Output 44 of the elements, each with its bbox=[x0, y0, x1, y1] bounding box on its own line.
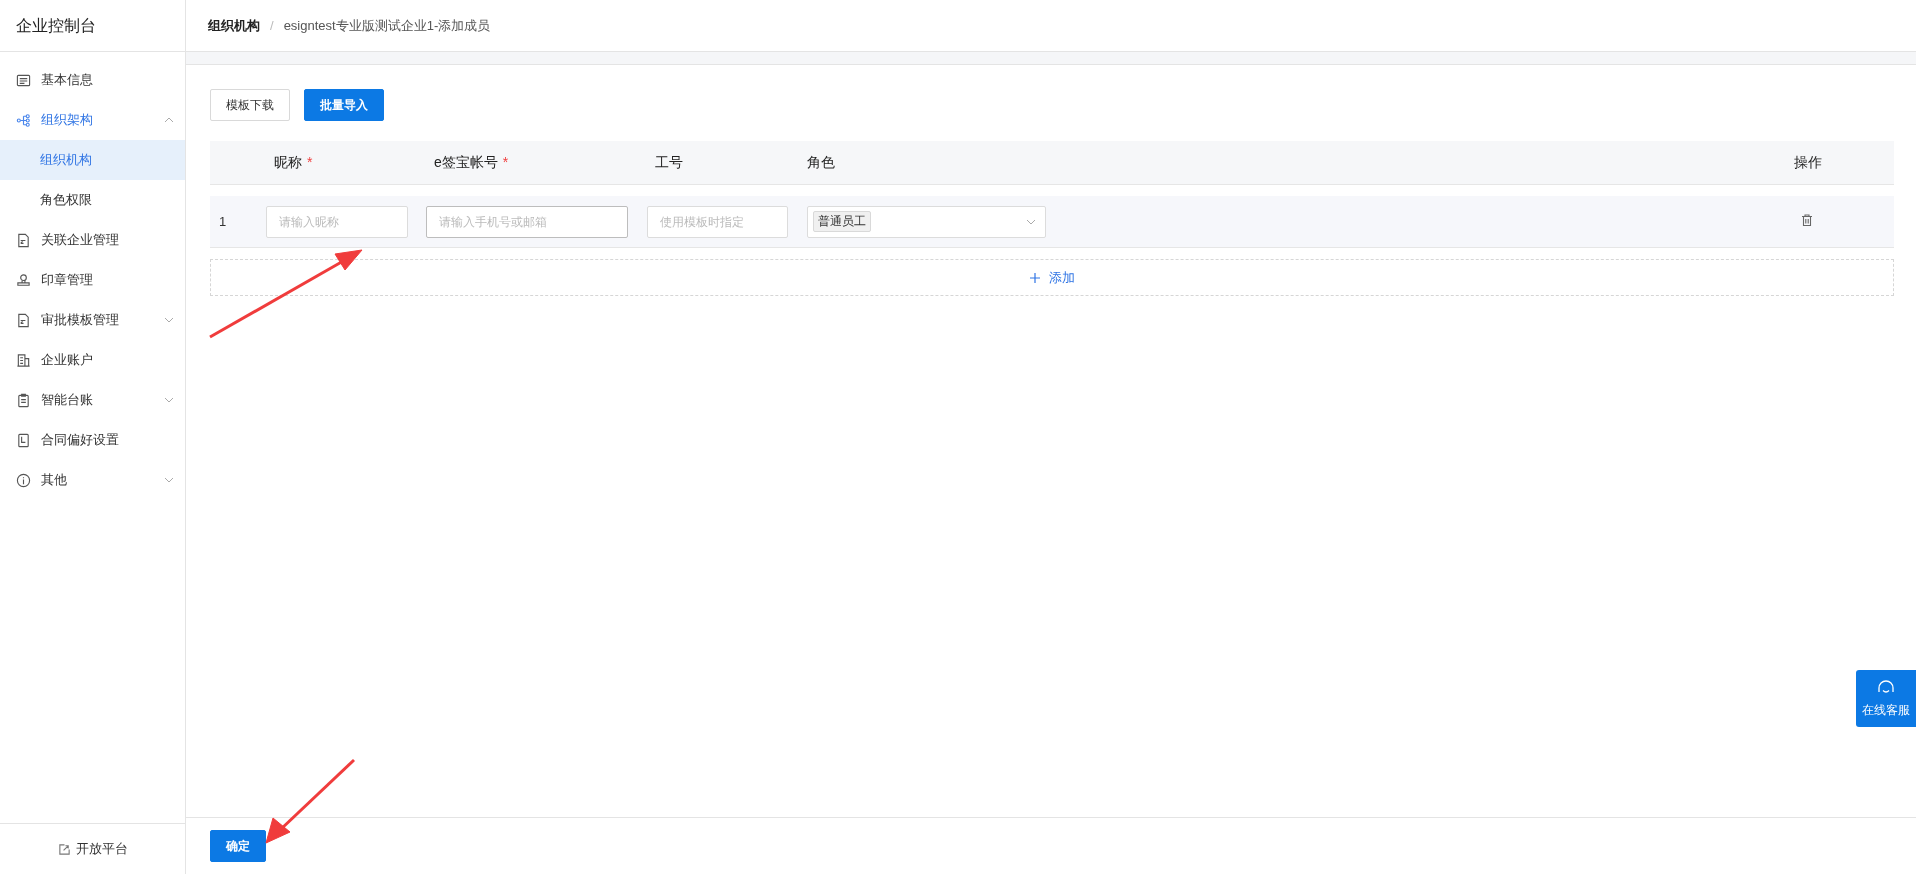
account-field[interactable]: 请输入手机号或邮箱 bbox=[426, 205, 628, 238]
stamp-icon bbox=[16, 272, 31, 288]
list-icon bbox=[16, 72, 31, 88]
employee-number-field[interactable]: 使用模板时指定 bbox=[647, 205, 788, 238]
building-icon bbox=[16, 352, 31, 368]
sidebar-item[interactable]: 印章管理 bbox=[0, 260, 185, 300]
role-tag: 普通员工 bbox=[813, 211, 871, 232]
column-header: e签宝帐号 * bbox=[434, 153, 509, 170]
info-icon bbox=[16, 472, 31, 488]
row-number: 1 bbox=[219, 214, 227, 229]
external-link-icon bbox=[57, 842, 71, 856]
sidebar-subitem[interactable]: 组织机构 bbox=[0, 140, 185, 180]
nodes-icon bbox=[16, 112, 31, 128]
sidebar-item[interactable]: 审批模板管理 bbox=[0, 300, 185, 340]
delete-icon[interactable] bbox=[1800, 213, 1814, 227]
plus-icon bbox=[1029, 271, 1041, 284]
import-button[interactable]: 批量导入 bbox=[304, 89, 384, 121]
column-header: 昵称 * bbox=[274, 153, 313, 170]
nickname-field[interactable]: 请输入昵称 bbox=[266, 205, 408, 238]
book-icon bbox=[16, 432, 31, 448]
column-header: 角色 bbox=[807, 153, 835, 170]
sidebar-item[interactable]: 其他 bbox=[0, 460, 185, 500]
console-title: 企业控制台 bbox=[0, 0, 185, 52]
breadcrumb-item: esigntest专业版测试企业1-添加成员 bbox=[283, 16, 491, 35]
download-button[interactable]: 模板下载 bbox=[210, 89, 290, 121]
breadcrumb-item[interactable]: 组织机构 bbox=[208, 16, 260, 35]
sidebar-item[interactable]: 基本信息 bbox=[0, 60, 185, 100]
sidebar-item[interactable]: 智能台账 bbox=[0, 380, 185, 420]
sidebar-item[interactable]: 关联企业管理 bbox=[0, 220, 185, 260]
document-icon bbox=[16, 232, 31, 248]
sidebar-subitem[interactable]: 角色权限 bbox=[0, 180, 185, 220]
online-support-button[interactable]: 在线客服 bbox=[1856, 670, 1916, 727]
column-header: 工号 bbox=[655, 153, 683, 170]
sidebar-item[interactable]: 企业账户 bbox=[0, 340, 185, 380]
role-select[interactable]: 普通员工 bbox=[807, 205, 1046, 238]
document-icon bbox=[16, 312, 31, 328]
clipboard-icon bbox=[16, 392, 31, 408]
open-platform-link[interactable]: 开放平台 bbox=[57, 840, 128, 858]
breadcrumb-separator: / bbox=[270, 18, 274, 33]
add-row-button[interactable]: 添加 bbox=[210, 259, 1894, 296]
column-header: 操作 bbox=[1794, 153, 1822, 170]
confirm-button[interactable]: 确定 bbox=[210, 830, 266, 862]
sidebar-item[interactable]: 合同偏好设置 bbox=[0, 420, 185, 460]
sidebar-item[interactable]: 组织架构 bbox=[0, 100, 185, 140]
